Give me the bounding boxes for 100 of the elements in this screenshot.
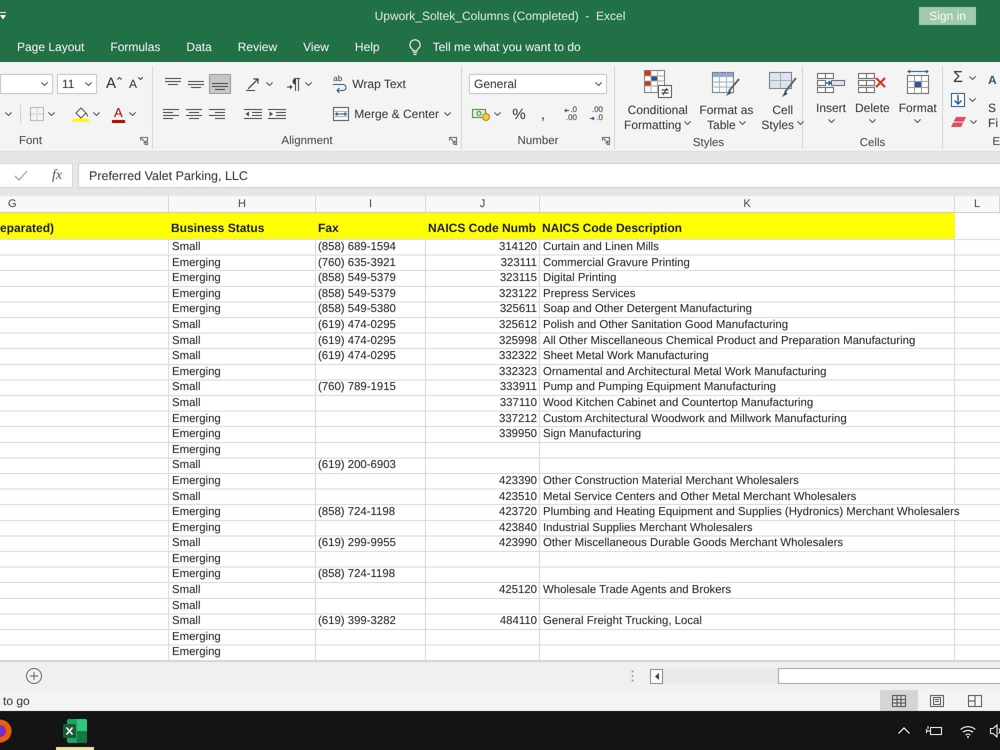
column-header[interactable]: H <box>169 196 316 213</box>
table-cell-text: 314120 <box>498 240 538 255</box>
cell-styles-button[interactable]: Cell Styles <box>758 70 808 136</box>
table-cell-text: Industrial Supplies Merchant Wholesalers <box>542 520 754 536</box>
format-as-table-button[interactable]: Format as Table <box>696 70 756 136</box>
launcher-icon[interactable] <box>140 137 148 145</box>
menu-tab[interactable]: Page Layout <box>4 32 98 62</box>
menu-tab[interactable]: View <box>290 32 342 62</box>
table-cell-text: (858) 724-1198 <box>317 505 396 520</box>
caret-icon <box>914 119 922 123</box>
caret-icon <box>41 82 48 86</box>
triangle-left-icon <box>654 672 658 680</box>
vertical-dots-icon[interactable] <box>631 670 634 682</box>
fill-button[interactable] <box>949 90 979 110</box>
group-label: Cells <box>860 136 886 148</box>
table-cell-text: 339950 <box>498 427 538 442</box>
autosum-button[interactable]: Σ <box>949 68 979 88</box>
table-cell-text: Custom Architectural Woodwork and Millwork Manufacturing <box>542 412 848 427</box>
group-label: Styles <box>692 136 724 148</box>
caret-icon[interactable] <box>0 12 6 20</box>
check-icon[interactable] <box>14 170 28 181</box>
arrow-left-icon <box>564 108 570 112</box>
grid-cross-icon <box>858 70 886 96</box>
table-cell-text: (619) 399-3282 <box>317 614 397 630</box>
delete-button[interactable]: Delete <box>852 70 893 136</box>
align-middle-icon <box>188 80 204 88</box>
insert-function-button[interactable]: fx <box>50 164 64 186</box>
table-cell-text: 323111 <box>500 256 538 271</box>
merge-cells-icon <box>333 107 350 121</box>
table-cell-text: (858) 689-1594 <box>317 240 397 255</box>
split-page-icon <box>968 694 982 707</box>
launcher-icon[interactable] <box>602 137 610 145</box>
menu-tab[interactable]: Data <box>173 32 225 62</box>
scrollbar-thumb[interactable] <box>778 668 1000 684</box>
horizontal-scrollbar[interactable] <box>663 668 1000 684</box>
table-cell-text: Sign Manufacturing <box>542 427 642 442</box>
wrap-text-button[interactable]: ab Wrap Text <box>331 74 453 94</box>
align-center-icon[interactable] <box>186 109 202 119</box>
decrease-indent-icon[interactable] <box>244 109 262 119</box>
caret-up-icon <box>117 77 122 80</box>
table-cell-text: Small <box>171 598 202 614</box>
chevron-up-icon[interactable] <box>898 727 910 734</box>
font-name-field[interactable] <box>0 74 53 94</box>
paragraph-arrow-icon <box>287 78 301 90</box>
comma-style-button[interactable]: , <box>535 104 551 124</box>
menu-tab[interactable]: Help <box>342 32 393 62</box>
scroll-left-button[interactable] <box>650 668 663 684</box>
table-cell-text: Emerging <box>171 364 222 380</box>
table-cell-text: Emerging <box>171 256 222 271</box>
table-cell-text: Emerging <box>171 645 222 660</box>
menu-tab[interactable]: Review <box>224 32 290 62</box>
table-cell-text: 325611 <box>498 302 538 318</box>
header-cell: NAICS Code Numb <box>426 213 540 240</box>
format-button[interactable]: Format <box>896 70 940 136</box>
speaker-icon[interactable] <box>990 724 1000 738</box>
borders-button[interactable] <box>28 104 57 124</box>
column-header[interactable]: K <box>540 196 955 213</box>
column-header[interactable]: I <box>316 196 426 213</box>
table-cell-text: Emerging <box>171 630 222 645</box>
menu-tab[interactable]: Formulas <box>97 32 174 62</box>
column-header[interactable]: G <box>0 196 169 213</box>
number-format-field[interactable]: General <box>469 74 607 94</box>
battery-icon[interactable] <box>926 725 942 736</box>
increase-indent-icon[interactable] <box>268 109 286 119</box>
table-cell-text: 323122 <box>498 286 538 302</box>
table-cell-text: Polish and Other Sanitation Good Manufacturing <box>542 318 790 333</box>
decrease-font-size-button[interactable]: A <box>129 75 144 93</box>
font-size-field[interactable]: 11 <box>57 74 97 94</box>
insert-button[interactable]: Insert <box>813 70 850 136</box>
percent-style-button[interactable]: % <box>511 104 527 124</box>
align-right-icon[interactable] <box>209 109 225 119</box>
table-cell-text: Soap and Other Detergent Manufacturing <box>542 302 753 318</box>
table-cell-text: 423510 <box>498 490 538 504</box>
search-field[interactable]: Tell me what you want to do <box>432 38 603 56</box>
table-cell-text: 425120 <box>498 583 538 598</box>
wifi-icon[interactable] <box>960 724 976 738</box>
caret-icon <box>738 121 746 125</box>
table-cell-text: Emerging <box>171 474 222 489</box>
app-icon <box>0 718 12 743</box>
conditional-formatting-button[interactable]: Conditional Formatting <box>621 70 694 136</box>
font-color-button[interactable]: A <box>110 104 138 124</box>
bottom-align-button[interactable] <box>209 74 231 94</box>
table-cell-text: 323115 <box>498 271 538 286</box>
table-cell-text: Wood Kitchen Cabinet and Countertop Manufacturing <box>542 396 814 411</box>
column-header[interactable]: J <box>426 196 540 213</box>
formula-bar-field[interactable]: Preferred Valet Parking, LLC <box>78 163 1000 188</box>
column-header[interactable]: L <box>955 196 1000 213</box>
merge-center-button[interactable]: Merge & Center <box>331 104 453 124</box>
table-cell-text: All Other Miscellaneous Chemical Product and Preparation Manufacturing <box>542 334 916 349</box>
caret-icon <box>266 82 273 86</box>
caret-icon <box>4 112 12 116</box>
plus-circle-icon[interactable] <box>26 668 42 684</box>
increase-font-size-button[interactable]: A <box>106 75 122 93</box>
increase-decimal-button[interactable]: .0 .00 <box>557 104 577 124</box>
sort-filter-button[interactable]: A S Fi <box>988 68 1000 134</box>
normal-view-button[interactable] <box>880 690 918 712</box>
decrease-decimal-button[interactable]: .00 .0 <box>583 104 603 124</box>
align-left-icon[interactable] <box>163 109 179 119</box>
launcher-icon[interactable] <box>449 137 457 145</box>
table-cell-text: (858) 549-5379 <box>317 286 397 302</box>
